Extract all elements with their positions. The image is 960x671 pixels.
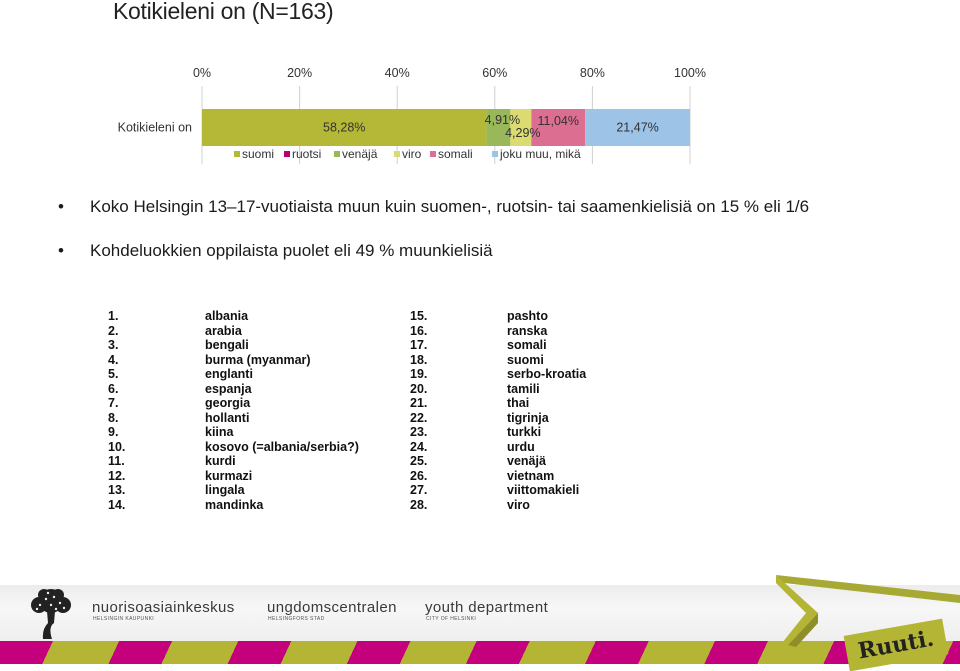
x-tick-label: 20%	[287, 66, 312, 80]
language-name: kurmazi	[205, 468, 253, 483]
language-number: 25.	[410, 454, 428, 468]
legend-swatch-icon	[284, 151, 290, 157]
language-number: 13.	[108, 483, 126, 497]
language-name: kurdi	[205, 454, 236, 468]
language-name: espanja	[205, 381, 252, 396]
bullet-icon: •	[58, 197, 64, 216]
language-number: 19.	[410, 367, 428, 381]
data-label: 11,04%	[538, 114, 579, 128]
language-name: albania	[205, 309, 249, 323]
language-name: ranska	[507, 323, 548, 338]
language-name: kiina	[205, 425, 234, 439]
language-number: 14.	[108, 497, 126, 512]
bullet-text: Kohdeluokkien oppilaista puolet eli 49 %…	[90, 241, 493, 260]
legend-label: somali	[438, 147, 473, 161]
language-number: 8.	[108, 410, 119, 425]
legend-label: venäjä	[342, 147, 378, 161]
language-number: 16.	[410, 323, 428, 338]
language-name: suomi	[507, 352, 544, 367]
language-number: 7.	[108, 396, 119, 410]
category-label: Kotikieleni on	[118, 121, 192, 135]
tree-logo-icon	[31, 589, 71, 639]
data-label: 21,47%	[616, 121, 658, 135]
legend-label: ruotsi	[292, 147, 321, 161]
language-number: 20.	[410, 381, 428, 396]
language-number: 5.	[108, 367, 119, 381]
language-name: pashto	[507, 309, 548, 323]
language-number: 27.	[410, 483, 428, 497]
stacked-bar-chart: 0% 20% 40% 60% 80% 100% Kotikieleni on 58,28% 4,…	[118, 62, 716, 164]
data-label: 4,29%	[505, 126, 540, 140]
x-tick-label: 100%	[674, 66, 706, 80]
legend-label: viro	[402, 147, 422, 161]
logo-sub-city-of-helsinki: CITY OF HELSINKI	[426, 616, 477, 622]
language-name: burma (myanmar)	[205, 352, 311, 367]
legend-label: joku muu, mikä	[499, 147, 581, 161]
language-name: mandinka	[205, 497, 264, 512]
language-name: viittomakieli	[507, 483, 580, 497]
language-name: tamili	[507, 381, 540, 396]
language-name: bengali	[205, 338, 249, 352]
language-number: 23.	[410, 425, 428, 439]
language-number: 24.	[410, 439, 428, 454]
data-label: 58,28%	[323, 121, 365, 135]
logo-sub-helsingin-kaupunki: HELSINGIN KAUPUNKI	[93, 616, 155, 622]
language-number: 11.	[108, 454, 125, 468]
language-name: serbo-kroatia	[507, 367, 587, 381]
language-number: 6.	[108, 381, 119, 396]
language-name: vietnam	[507, 468, 555, 483]
language-number: 18.	[410, 352, 428, 367]
language-name: hollanti	[205, 410, 250, 425]
bullet-icon: •	[58, 241, 64, 260]
legend-label: suomi	[242, 147, 274, 161]
chart-svg: 0% 20% 40% 60% 80% 100% Kotikieleni on 58,28% 4,…	[118, 66, 706, 164]
language-name: englanti	[205, 367, 253, 381]
language-name: lingala	[205, 483, 245, 497]
legend-swatch-icon	[234, 151, 240, 157]
language-number: 4.	[108, 352, 119, 367]
legend-swatch-icon	[492, 151, 498, 157]
language-name: urdu	[507, 439, 535, 454]
language-name: viro	[507, 497, 530, 512]
x-tick-label: 0%	[193, 66, 211, 80]
language-name: somali	[507, 338, 547, 352]
footer-banner: nuorisoasiainkeskus HELSINGIN KAUPUNKI u…	[0, 575, 960, 671]
language-name: kosovo (=albania/serbia?)	[205, 439, 359, 454]
language-name: turkki	[507, 425, 542, 439]
language-number: 21.	[410, 396, 428, 410]
logo-sub-helsingfors-stad: HELSINGFORS STAD	[268, 616, 325, 622]
legend-swatch-icon	[394, 151, 400, 157]
language-number: 17.	[410, 338, 428, 352]
language-number: 2.	[108, 323, 119, 338]
language-name: thai	[507, 396, 530, 410]
legend-swatch-icon	[430, 151, 436, 157]
logo-nuorisoasiainkeskus: nuorisoasiainkeskus	[92, 599, 235, 616]
language-number: 9.	[108, 425, 119, 439]
x-tick-label: 80%	[580, 66, 605, 80]
logo-youth-department: youth department	[425, 599, 549, 616]
language-number: 12.	[108, 468, 126, 483]
language-number: 3.	[108, 338, 119, 352]
language-number: 26.	[410, 468, 428, 483]
language-number: 15.	[410, 309, 428, 323]
x-tick-label: 60%	[482, 66, 507, 80]
language-name: georgia	[205, 396, 251, 410]
language-name: arabia	[205, 323, 242, 338]
language-number: 22.	[410, 410, 428, 425]
legend-swatch-icon	[334, 151, 340, 157]
bullet-text: Koko Helsingin 13–17-vuotiaista muun kui…	[90, 197, 810, 216]
logo-ungdomscentralen: ungdomscentralen	[267, 599, 397, 616]
slide-title: Kotikieleni on (N=163)	[113, 0, 334, 24]
language-name: venäjä	[507, 454, 546, 468]
x-tick-label: 40%	[385, 66, 410, 80]
language-number: 1.	[108, 309, 119, 323]
data-label: 4,91%	[485, 113, 520, 127]
language-number: 28.	[410, 497, 428, 512]
language-name: tigrinja	[507, 410, 549, 425]
language-number: 10.	[108, 439, 126, 454]
